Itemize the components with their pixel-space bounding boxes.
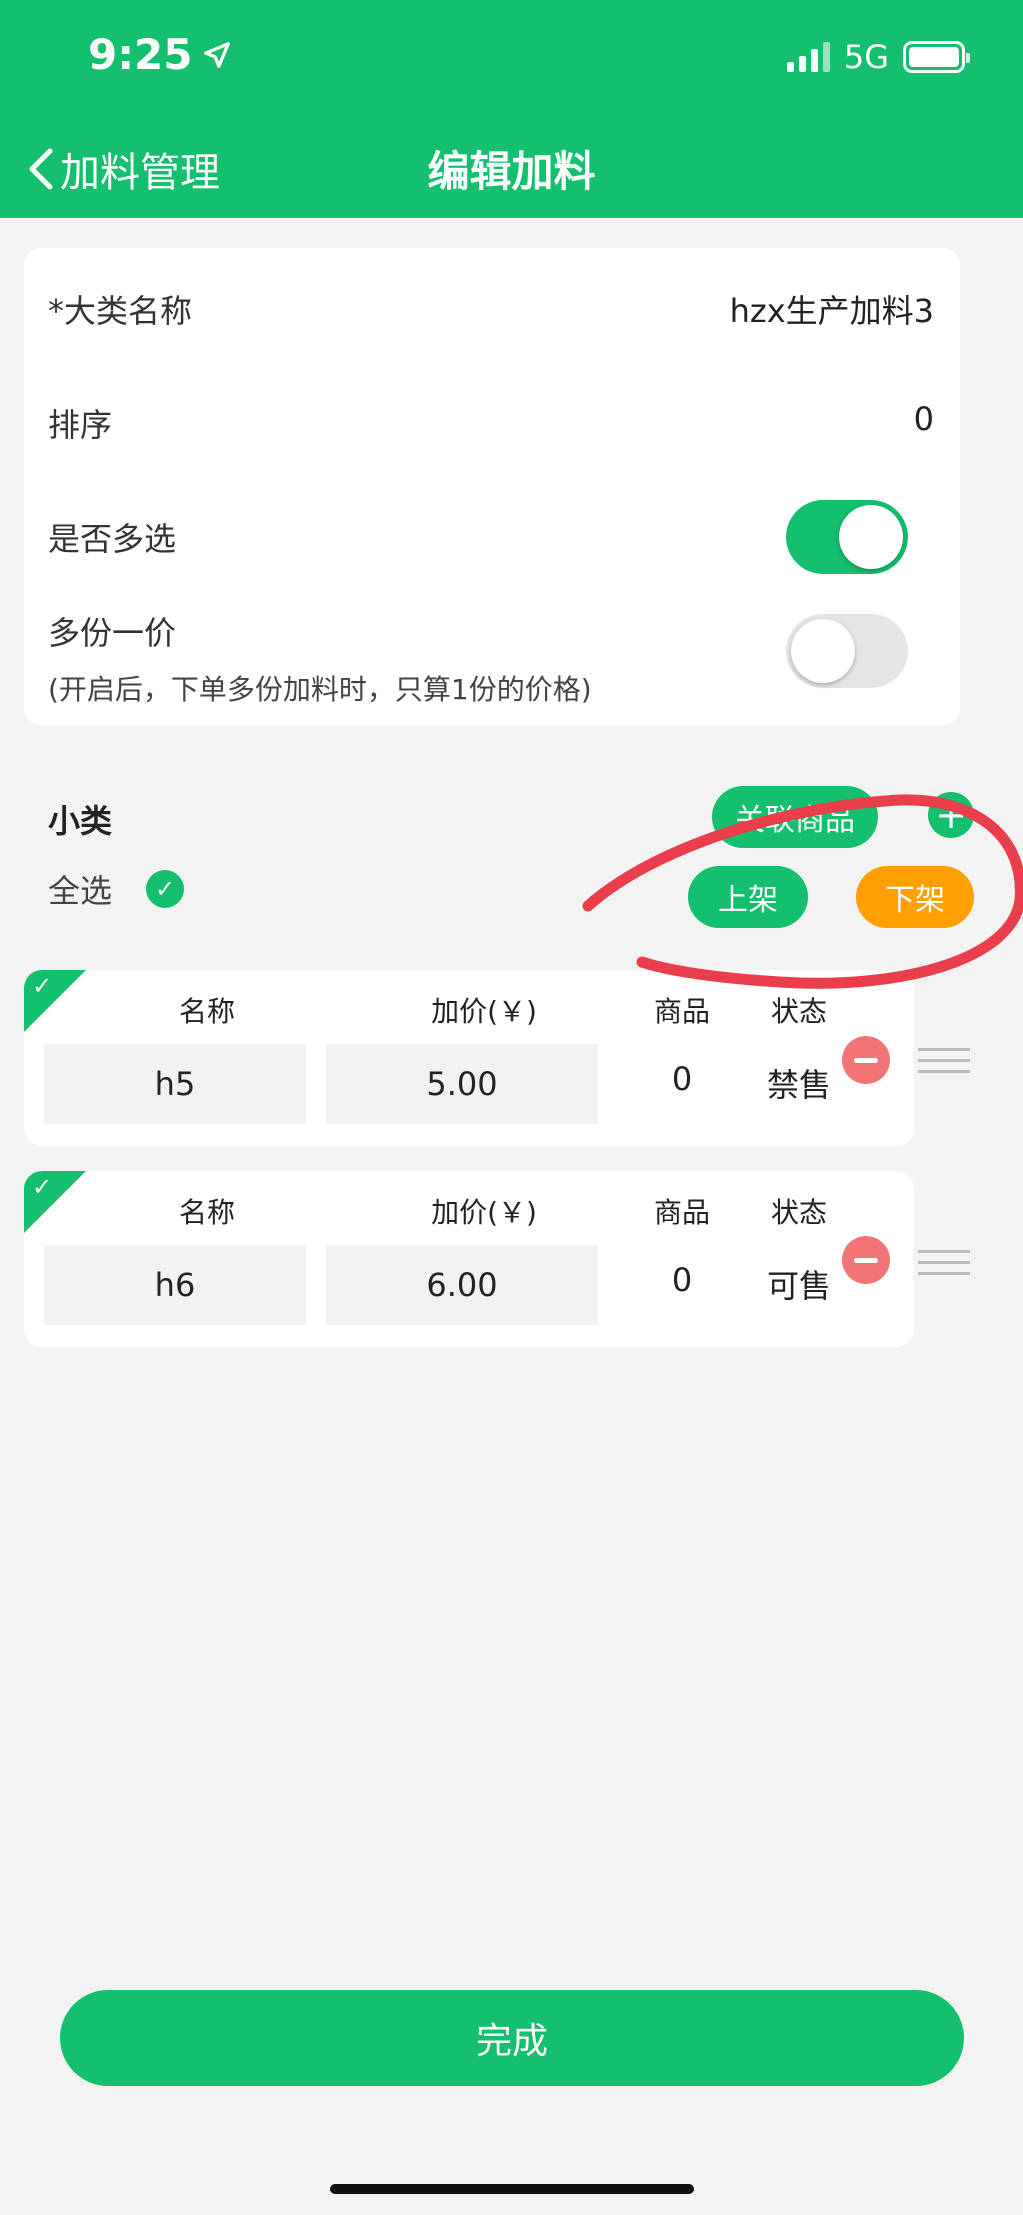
item-status[interactable]: 禁售 bbox=[744, 1060, 854, 1106]
item-name-input[interactable]: h6 bbox=[44, 1245, 306, 1325]
header-price: 加价(￥) bbox=[431, 995, 537, 1028]
drag-handle-icon[interactable] bbox=[918, 1048, 970, 1073]
off-shelf-button[interactable]: 下架 bbox=[856, 866, 974, 928]
item-status[interactable]: 可售 bbox=[744, 1261, 854, 1307]
link-goods-button[interactable]: 关联商品 bbox=[712, 786, 878, 848]
off-shelf-label: 下架 bbox=[885, 883, 945, 918]
status-indicators: 5G bbox=[786, 38, 970, 76]
select-all-label: 全选 bbox=[48, 872, 113, 910]
network-label: 5G bbox=[843, 38, 889, 76]
category-name-input[interactable]: hzx生产加料3 bbox=[730, 286, 934, 332]
header-goods: 商品 bbox=[653, 995, 710, 1028]
item-card: ✓ 名称 加价(￥) 商品 状态 h6 6.00 0 可售 bbox=[24, 1171, 914, 1347]
multi-select-toggle[interactable] bbox=[786, 500, 908, 574]
check-circle-icon[interactable]: ✓ bbox=[146, 870, 185, 908]
item-goods-count: 0 bbox=[671, 1261, 693, 1299]
item-price-input[interactable]: 6.00 bbox=[326, 1245, 598, 1325]
page-title: 编辑加料 bbox=[427, 147, 596, 196]
sort-input[interactable]: 0 bbox=[914, 400, 934, 438]
drag-handle-icon[interactable] bbox=[918, 1250, 970, 1275]
finish-label: 完成 bbox=[475, 2021, 548, 2062]
on-shelf-label: 上架 bbox=[718, 883, 778, 918]
sort-label: 排序 bbox=[48, 406, 113, 444]
signal-icon bbox=[786, 42, 830, 72]
one-price-toggle[interactable] bbox=[786, 614, 908, 688]
item-card: ✓ 名称 加价(￥) 商品 状态 h5 5.00 0 禁售 bbox=[24, 970, 914, 1146]
location-arrow-icon bbox=[204, 41, 231, 68]
header-status: 状态 bbox=[770, 995, 827, 1028]
item-name-input[interactable]: h5 bbox=[44, 1044, 306, 1124]
status-time: 9:25 bbox=[88, 30, 232, 79]
home-indicator[interactable] bbox=[330, 2184, 694, 2194]
app-header: 9:25 5G 加料管理 编辑加料 bbox=[0, 0, 1023, 218]
one-price-hint: (开启后，下单多份加料时，只算1份的价格) bbox=[48, 673, 592, 706]
multi-select-label: 是否多选 bbox=[48, 520, 177, 558]
remove-item-button[interactable] bbox=[842, 1036, 890, 1084]
minus-icon bbox=[854, 1057, 878, 1063]
select-all[interactable]: 全选 ✓ bbox=[48, 866, 185, 912]
category-name-label: *大类名称 bbox=[48, 292, 193, 330]
remove-item-button[interactable] bbox=[842, 1236, 890, 1284]
subcategory-title: 小类 bbox=[48, 802, 113, 840]
header-status: 状态 bbox=[770, 1196, 827, 1229]
header-goods: 商品 bbox=[653, 1196, 710, 1229]
plus-icon[interactable]: + bbox=[928, 792, 974, 838]
item-goods-count: 0 bbox=[671, 1060, 693, 1098]
finish-button[interactable]: 完成 bbox=[60, 1990, 964, 2086]
header-price: 加价(￥) bbox=[431, 1196, 537, 1229]
item-price-input[interactable]: 5.00 bbox=[326, 1044, 598, 1124]
minus-icon bbox=[854, 1257, 878, 1263]
status-time-text: 9:25 bbox=[88, 30, 193, 79]
battery-icon bbox=[903, 41, 970, 73]
on-shelf-button[interactable]: 上架 bbox=[688, 866, 808, 928]
category-form-card: *大类名称 hzx生产加料3 排序 0 是否多选 多份一价 (开启后，下单多份加… bbox=[24, 248, 960, 726]
one-price-label: 多份一价 bbox=[48, 614, 177, 652]
link-goods-label: 关联商品 bbox=[735, 803, 855, 838]
